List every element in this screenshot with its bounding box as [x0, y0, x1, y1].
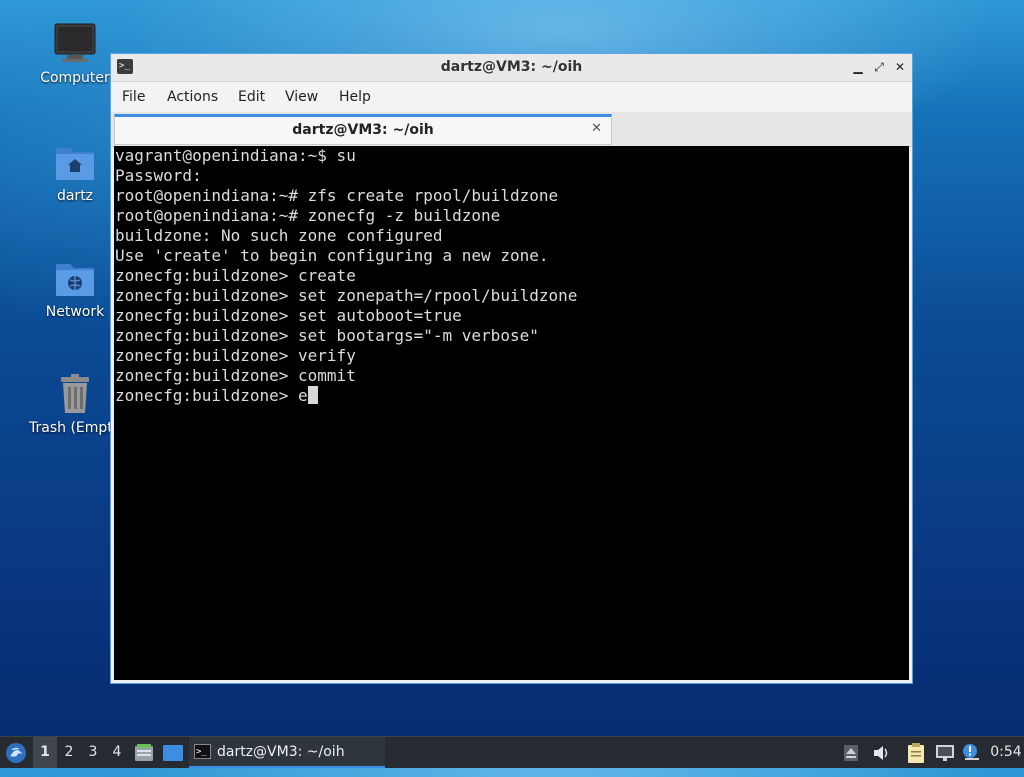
terminal-line: Password: [115, 166, 202, 185]
menu-actions[interactable]: Actions [167, 82, 218, 112]
volume-icon [874, 746, 888, 760]
arrow-up-icon [844, 745, 858, 761]
home-folder-icon [53, 140, 97, 184]
tab-close-icon[interactable]: ✕ [591, 117, 602, 141]
network-folder-icon [53, 256, 97, 300]
taskbar-task-terminal[interactable]: >_ dartz@VM3: ~/oih [189, 737, 385, 768]
start-menu-icon [6, 743, 26, 763]
window-title: dartz@VM3: ~/oih [440, 59, 583, 75]
terminal-task-icon: >_ [194, 744, 211, 759]
close-button[interactable]: ✕ [892, 59, 908, 75]
workspace-2[interactable]: 2 [57, 737, 81, 768]
maximize-button[interactable]: ⤢ [871, 59, 887, 75]
trash-icon [53, 372, 97, 416]
terminal-line: root@openindiana:~# zonecfg -z buildzone [115, 206, 501, 225]
menu-file[interactable]: File [122, 82, 145, 112]
show-desktop-launcher[interactable] [162, 737, 184, 768]
tab-terminal[interactable]: dartz@VM3: ~/oih ✕ [114, 114, 612, 145]
terminal-line: zonecfg:buildzone> commit [115, 366, 356, 385]
start-menu-button[interactable] [4, 737, 30, 768]
window-titlebar[interactable]: >_ dartz@VM3: ~/oih ▁ ⤢ ✕ [111, 54, 912, 82]
terminal-line: zonecfg:buildzone> set autoboot=true [115, 306, 462, 325]
minimize-button[interactable]: ▁ [850, 59, 866, 75]
menu-edit[interactable]: Edit [238, 82, 265, 112]
text-cursor [307, 386, 318, 404]
taskbar: 1 2 3 4 >_ dartz@VM3: ~/oih 0:54 [0, 736, 1024, 768]
tab-bar: dartz@VM3: ~/oih ✕ [111, 112, 912, 147]
desktop-icon-label: Trash (Empty) [29, 420, 111, 436]
notification-tray[interactable] [961, 737, 981, 768]
desktop-icon-trash[interactable]: Trash (Empty) [23, 372, 111, 436]
network-tray[interactable] [934, 737, 956, 768]
menu-view[interactable]: View [285, 82, 318, 112]
notification-icon [963, 744, 979, 760]
clock[interactable]: 0:54 [990, 737, 1022, 768]
desktop-icon [163, 745, 183, 761]
terminal-line: root@openindiana:~# zfs create rpool/bui… [115, 186, 559, 205]
terminal-input-line[interactable]: zonecfg:buildzone> e [114, 386, 909, 406]
taskbar-task-title: dartz@VM3: ~/oih [217, 744, 345, 760]
clipboard-tray[interactable] [906, 737, 928, 768]
terminal-line: zonecfg:buildzone> set zonepath=/rpool/b… [115, 286, 578, 305]
tray-arrow-up[interactable] [843, 737, 861, 768]
terminal-line: zonecfg:buildzone> create [115, 266, 356, 285]
volume-tray[interactable] [872, 737, 890, 768]
terminal-line: zonecfg:buildzone> set bootargs="-m verb… [115, 326, 539, 345]
terminal-input[interactable]: e [298, 386, 308, 405]
workspace-4[interactable]: 4 [105, 737, 129, 768]
workspace-3[interactable]: 3 [81, 737, 105, 768]
workspace-1[interactable]: 1 [33, 737, 57, 768]
terminal-line: buildzone: No such zone configured [115, 226, 443, 245]
file-manager-launcher[interactable] [134, 737, 154, 768]
terminal-line: zonecfg:buildzone> verify [115, 346, 356, 365]
network-icon [936, 745, 954, 761]
file-manager-icon [135, 744, 153, 761]
terminal-window: >_ dartz@VM3: ~/oih ▁ ⤢ ✕ File Actions E… [110, 53, 913, 684]
terminal-line: vagrant@openindiana:~$ su [115, 146, 356, 165]
terminal-output[interactable]: vagrant@openindiana:~$ su Password: root… [114, 146, 909, 680]
menu-bar: File Actions Edit View Help [111, 82, 912, 112]
tab-title: dartz@VM3: ~/oih [292, 122, 434, 138]
computer-icon [53, 22, 97, 66]
terminal-line: Use 'create' to begin configuring a new … [115, 246, 549, 265]
terminal-prompt: zonecfg:buildzone> [115, 386, 299, 405]
clipboard-icon [908, 743, 924, 763]
menu-help[interactable]: Help [339, 82, 371, 112]
